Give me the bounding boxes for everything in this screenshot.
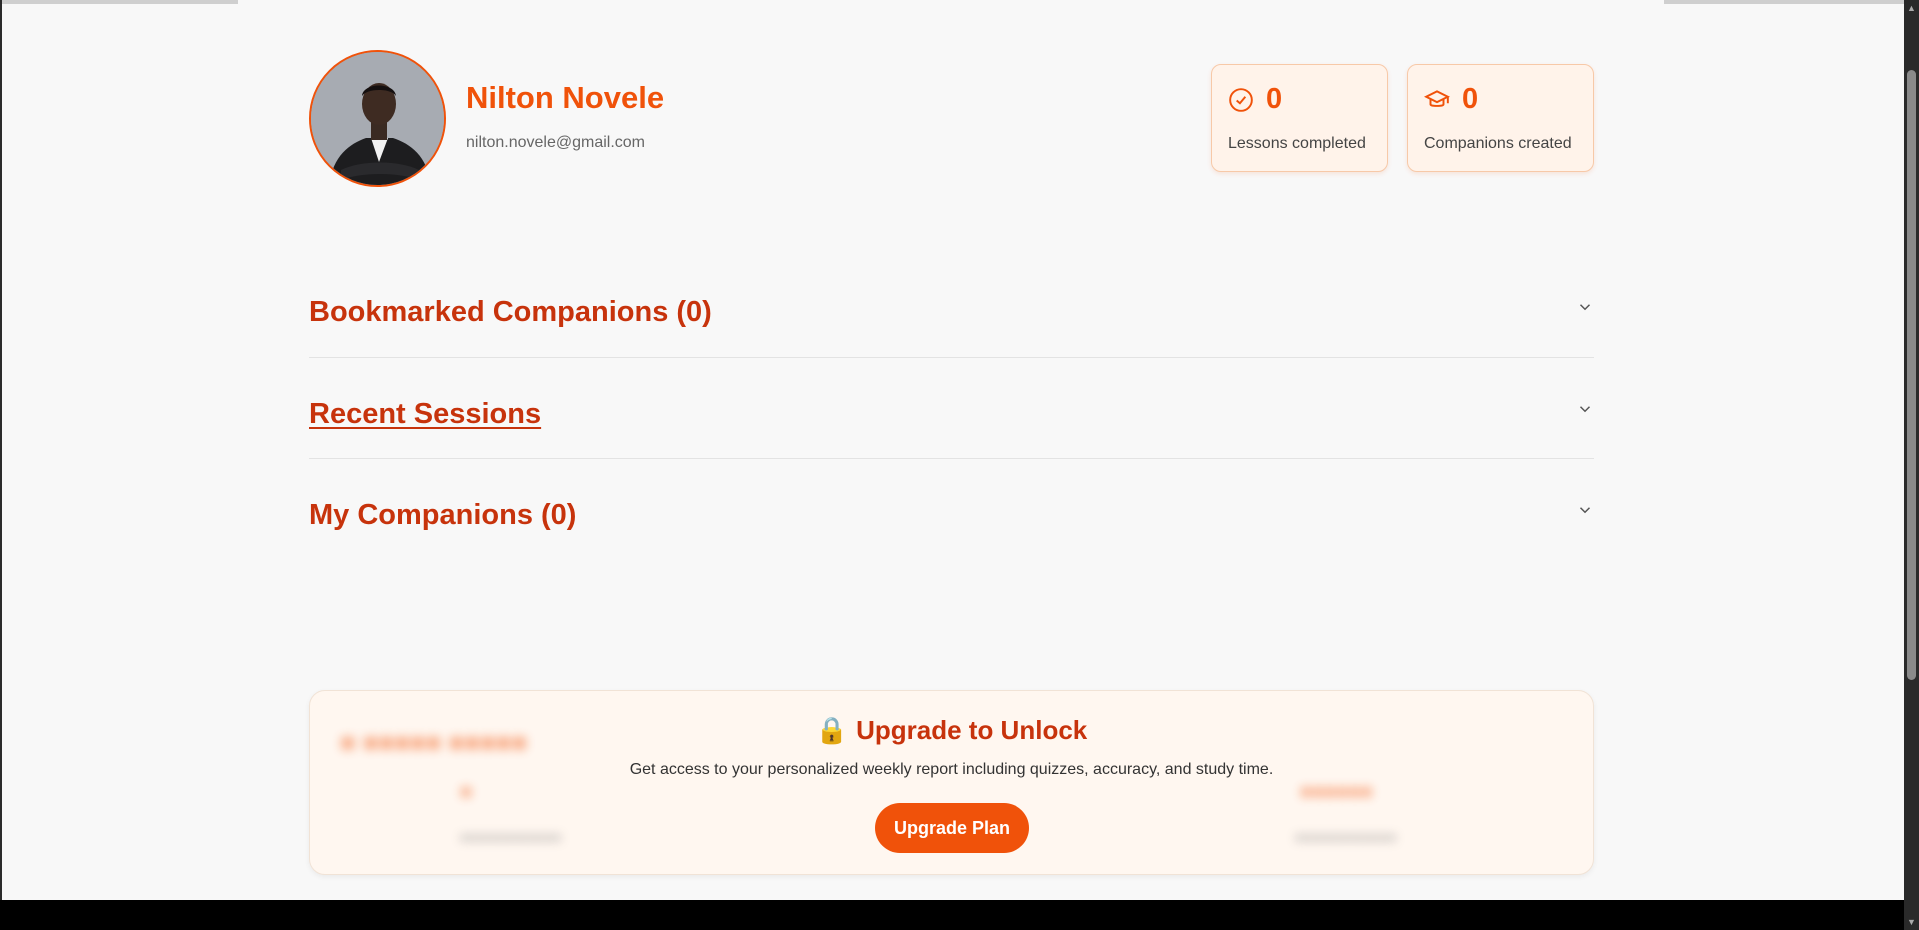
- upgrade-heading-text: Upgrade to Unlock: [856, 715, 1088, 745]
- scroll-up-icon[interactable]: ▲: [1904, 0, 1919, 16]
- avatar: [309, 50, 446, 187]
- window-edge: [0, 0, 2, 900]
- upgrade-heading: 🔒 Upgrade to Unlock: [310, 715, 1593, 746]
- upgrade-plan-button[interactable]: Upgrade Plan: [875, 803, 1029, 853]
- recent-sessions-title[interactable]: Recent Sessions: [309, 398, 541, 431]
- my-companions-title[interactable]: My Companions (0): [309, 499, 576, 532]
- bookmarked-companions-title[interactable]: Bookmarked Companions (0): [309, 296, 712, 329]
- stat-card-companions: 0 Companions created: [1407, 64, 1594, 172]
- scroll-down-icon[interactable]: ▼: [1904, 914, 1919, 930]
- chevron-down-icon[interactable]: [1576, 501, 1594, 519]
- scrollbar[interactable]: ▲ ▼: [1904, 0, 1919, 930]
- divider: [309, 458, 1594, 459]
- stat-card-lessons: 0 Lessons completed: [1211, 64, 1388, 172]
- bottom-bar: [0, 900, 1904, 930]
- check-circle-icon: [1229, 88, 1253, 112]
- scrollbar-thumb[interactable]: [1907, 70, 1916, 680]
- profile-email: nilton.novele@gmail.com: [466, 134, 645, 151]
- blurred-preview-stat-label: ■■■■■■■■■■■■: [1295, 829, 1397, 845]
- blurred-preview-stat: ■: [460, 781, 473, 803]
- chevron-down-icon[interactable]: [1576, 298, 1594, 316]
- divider: [309, 357, 1594, 358]
- accordion-my-companions[interactable]: My Companions (0): [309, 499, 1594, 559]
- graduation-cap-icon: [1424, 90, 1450, 107]
- companions-created-value: 0: [1462, 83, 1479, 115]
- upgrade-description: Get access to your personalized weekly r…: [629, 761, 1274, 778]
- accordion-recent-sessions[interactable]: Recent Sessions: [309, 398, 1594, 458]
- lessons-completed-label: Lessons completed: [1228, 135, 1366, 152]
- blurred-preview-stat-label: ■■■■■■■■■■■■: [460, 829, 562, 845]
- blurred-preview-stat: ■■■■■■: [1300, 781, 1373, 803]
- lessons-completed-value: 0: [1266, 83, 1283, 115]
- chevron-down-icon[interactable]: [1576, 400, 1594, 418]
- companions-created-label: Companions created: [1424, 135, 1572, 152]
- backdrop-edge-right: [1664, 0, 1904, 4]
- profile-name: Nilton Novele: [466, 80, 665, 115]
- upgrade-card: ■ ■■■■■ ■■■■■ ■ ■■■■■■■■■■■■ ■■■■■■ ■■■■…: [309, 690, 1594, 875]
- accordion-bookmarked-companions[interactable]: Bookmarked Companions (0): [309, 296, 1594, 356]
- backdrop-edge-left: [0, 0, 238, 4]
- lock-icon: 🔒: [815, 715, 849, 745]
- avatar-photo: [311, 52, 444, 185]
